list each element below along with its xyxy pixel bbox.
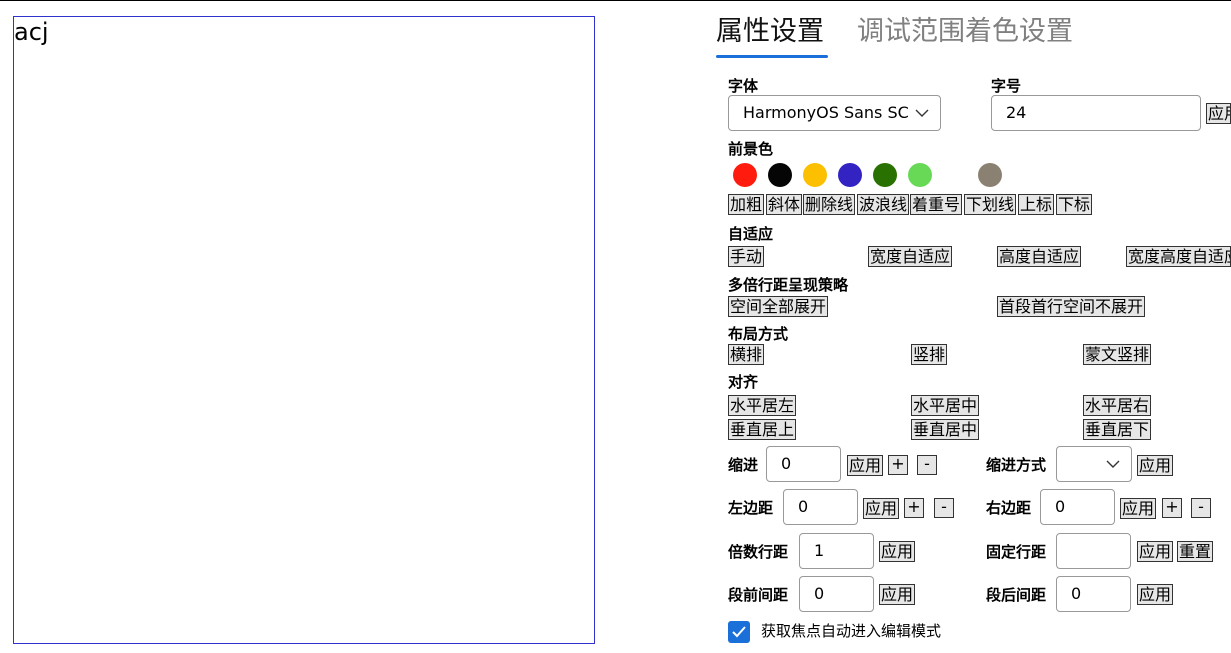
adapt-width-button[interactable]: 宽度自适应	[868, 246, 953, 267]
left-margin-minus-button[interactable]: -	[934, 498, 954, 518]
font-select-value: HarmonyOS Sans SC	[743, 103, 909, 122]
auto-edit-label: 获取焦点自动进入编辑模式	[761, 622, 942, 640]
align-h-right-button[interactable]: 水平居右	[1083, 395, 1152, 416]
multi-spacing-input[interactable]: 1	[799, 533, 874, 569]
fixed-spacing-input[interactable]	[1056, 533, 1131, 569]
indent-mode-label: 缩进方式	[986, 456, 1047, 474]
space-after-apply-button[interactable]: 应用	[1137, 584, 1174, 605]
fixed-spacing-apply-button[interactable]: 应用	[1137, 541, 1174, 562]
indent-apply-button[interactable]: 应用	[847, 455, 884, 476]
adapt-label: 自适应	[728, 225, 774, 243]
color-swatch-black[interactable]	[768, 163, 792, 187]
color-swatch-yellow[interactable]	[803, 163, 827, 187]
color-swatch-blue[interactable]	[838, 163, 862, 187]
indent-minus-button[interactable]: -	[917, 455, 937, 475]
indent-plus-button[interactable]: +	[888, 455, 908, 475]
line-spacing-strategy-label: 多倍行距呈现策略	[728, 276, 849, 294]
color-swatch-red[interactable]	[733, 163, 757, 187]
fg-color-label: 前景色	[728, 140, 774, 158]
subscript-button[interactable]: 下标	[1056, 194, 1093, 215]
active-tab-indicator	[716, 55, 828, 58]
right-margin-minus-button[interactable]: -	[1191, 498, 1211, 518]
layout-horizontal-button[interactable]: 横排	[728, 344, 765, 365]
font-size-input[interactable]: 24	[991, 95, 1201, 131]
indent-mode-select[interactable]	[1056, 446, 1132, 482]
indent-input[interactable]: 0	[766, 446, 841, 482]
expand-all-space-button[interactable]: 空间全部展开	[728, 296, 829, 317]
chevron-down-icon	[915, 109, 929, 117]
fixed-spacing-reset-button[interactable]: 重置	[1177, 541, 1214, 562]
tab-attribute-settings[interactable]: 属性设置	[716, 15, 824, 49]
text-editor-canvas[interactable]: acj	[13, 16, 595, 644]
adapt-width-height-button[interactable]: 宽度高度自适应	[1126, 246, 1231, 267]
right-margin-plus-button[interactable]: +	[1162, 498, 1182, 518]
left-margin-plus-button[interactable]: +	[904, 498, 924, 518]
bold-button[interactable]: 加粗	[728, 194, 765, 215]
align-h-left-button[interactable]: 水平居左	[728, 395, 797, 416]
multi-spacing-label: 倍数行距	[728, 543, 789, 561]
adapt-height-button[interactable]: 高度自适应	[997, 246, 1082, 267]
left-margin-apply-button[interactable]: 应用	[863, 498, 900, 519]
space-before-label: 段前间距	[728, 586, 789, 604]
checkmark-icon	[732, 626, 746, 638]
color-swatch-dark-green[interactable]	[873, 163, 897, 187]
superscript-button[interactable]: 上标	[1018, 194, 1055, 215]
multi-spacing-apply-button[interactable]: 应用	[879, 541, 916, 562]
adapt-manual-button[interactable]: 手动	[728, 246, 765, 267]
space-before-input[interactable]: 0	[799, 576, 874, 612]
fixed-spacing-label: 固定行距	[986, 543, 1047, 561]
space-before-apply-button[interactable]: 应用	[879, 584, 916, 605]
font-select[interactable]: HarmonyOS Sans SC	[728, 95, 941, 131]
left-margin-input[interactable]: 0	[783, 489, 858, 525]
align-v-bottom-button[interactable]: 垂直居下	[1083, 419, 1152, 440]
indent-mode-apply-button[interactable]: 应用	[1137, 455, 1174, 476]
layout-mongolian-vertical-button[interactable]: 蒙文竖排	[1083, 344, 1152, 365]
tab-debug-range-color[interactable]: 调试范围着色设置	[857, 15, 1073, 49]
first-line-no-expand-button[interactable]: 首段首行空间不展开	[997, 296, 1146, 317]
right-margin-input[interactable]: 0	[1040, 489, 1115, 525]
font-size-apply-button[interactable]: 应用	[1206, 103, 1231, 124]
underline-button[interactable]: 下划线	[964, 194, 1017, 215]
wavy-line-button[interactable]: 波浪线	[857, 194, 910, 215]
right-margin-label: 右边距	[986, 499, 1032, 517]
font-label: 字体	[728, 77, 759, 95]
editor-text: acj	[14, 18, 49, 46]
left-margin-label: 左边距	[728, 499, 774, 517]
chevron-down-icon	[1106, 460, 1120, 468]
space-after-label: 段后间距	[986, 586, 1047, 604]
indent-label: 缩进	[728, 456, 759, 474]
align-label: 对齐	[728, 373, 759, 391]
emphasis-mark-button[interactable]: 着重号	[910, 194, 963, 215]
font-size-label: 字号	[991, 77, 1022, 95]
color-swatch-light-green[interactable]	[908, 163, 932, 187]
layout-label: 布局方式	[728, 325, 789, 343]
space-after-input[interactable]: 0	[1056, 576, 1131, 612]
layout-vertical-button[interactable]: 竖排	[911, 344, 948, 365]
auto-edit-checkbox[interactable]	[728, 621, 750, 643]
italic-button[interactable]: 斜体	[766, 194, 803, 215]
align-v-middle-button[interactable]: 垂直居中	[911, 419, 980, 440]
align-h-center-button[interactable]: 水平居中	[911, 395, 980, 416]
align-v-top-button[interactable]: 垂直居上	[728, 419, 797, 440]
right-margin-apply-button[interactable]: 应用	[1120, 498, 1157, 519]
color-swatch-gray[interactable]	[978, 163, 1002, 187]
strikethrough-button[interactable]: 删除线	[803, 194, 856, 215]
